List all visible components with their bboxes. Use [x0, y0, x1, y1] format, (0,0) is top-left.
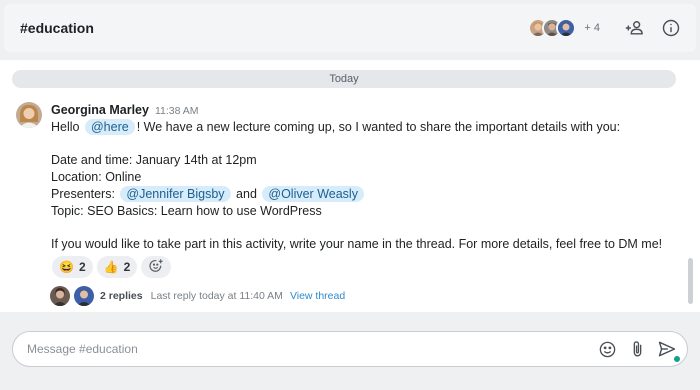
laugh-emoji: 😆	[59, 260, 74, 274]
mention-jennifer[interactable]: @Jennifer Bigsby	[120, 186, 231, 202]
reaction-thumbs-up[interactable]: 👍 2	[96, 256, 138, 278]
thumbs-up-emoji: 👍	[103, 260, 119, 274]
reaction-count: 2	[123, 260, 131, 274]
add-member-icon[interactable]	[624, 17, 646, 39]
thread-participant-avatar	[74, 286, 94, 306]
view-thread-link[interactable]: View thread	[290, 290, 345, 302]
message-time: 11:38 AM	[154, 105, 199, 117]
reaction-laugh[interactable]: 😆 2	[52, 256, 93, 278]
composer-actions	[597, 339, 681, 363]
mention-here[interactable]: @here	[84, 119, 135, 135]
thread-replies-count[interactable]: 2 replies	[100, 290, 143, 302]
attachment-icon[interactable]	[627, 339, 647, 359]
message-author[interactable]: Georgina Marley	[51, 102, 149, 119]
reaction-count: 2	[78, 260, 86, 274]
message-body: Georgina Marley 11:38 AM Hello @here! We…	[51, 102, 681, 253]
feed-scrollbar[interactable]	[688, 258, 693, 304]
location-line: Location: Online	[51, 170, 142, 184]
intro-text: ! We have a new lecture coming up, so I …	[136, 120, 621, 134]
add-reaction-button[interactable]	[141, 256, 172, 278]
presenters-line: Presenters: @Jennifer Bigsby and @Oliver…	[51, 186, 681, 203]
mention-oliver[interactable]: @Oliver Weasly	[262, 186, 364, 202]
presenters-label: Presenters:	[51, 187, 115, 201]
emoji-icon[interactable]	[597, 339, 617, 359]
thread-last-reply: Last reply today at 11:40 AM	[150, 290, 283, 302]
thread-participant-avatar	[50, 286, 70, 306]
online-status-dot	[673, 355, 681, 363]
closing-line: If you would like to take part in this a…	[51, 237, 663, 251]
channel-title: #education	[20, 20, 94, 36]
author-avatar[interactable]	[16, 102, 42, 128]
presenters-and: and	[236, 187, 257, 201]
thread-summary[interactable]: 2 replies Last reply today at 11:40 AM V…	[50, 286, 345, 306]
send-icon[interactable]	[657, 339, 681, 363]
message-input[interactable]	[27, 342, 589, 356]
message-composer	[12, 331, 688, 367]
message-feed: Today Georgina Marley 11:38 AM Hello @he…	[0, 60, 700, 312]
topic-line: Topic: SEO Basics: Learn how to use Word…	[51, 204, 322, 218]
reactions-bar: 😆 2 👍 2	[52, 256, 172, 278]
info-icon[interactable]	[660, 17, 682, 39]
greeting-text: Hello	[51, 120, 80, 134]
add-reaction-icon	[148, 258, 164, 277]
date-divider: Today	[12, 70, 676, 88]
header-actions: + 4	[528, 17, 682, 39]
message-line: Hello @here! We have a new lecture comin…	[51, 119, 681, 136]
member-avatar	[556, 18, 577, 38]
member-avatars[interactable]	[528, 18, 577, 38]
channel-header: #education + 4	[4, 4, 696, 52]
member-count-extra[interactable]: + 4	[584, 22, 600, 34]
message-meta: Georgina Marley 11:38 AM	[51, 102, 681, 118]
date-line: Date and time: January 14th at 12pm	[51, 153, 257, 167]
